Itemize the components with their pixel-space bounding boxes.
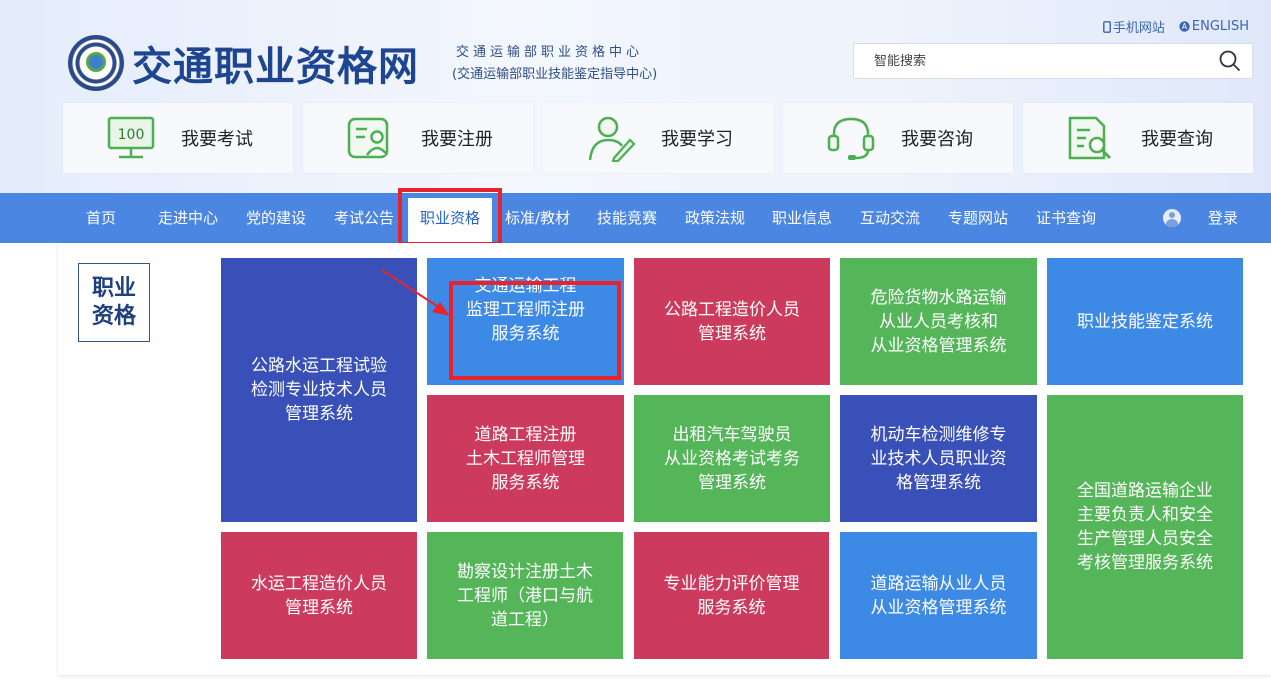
english-link[interactable]: A ENGLISH [1179, 17, 1249, 36]
system-tile-waterway-cost[interactable]: 水运工程造价人员 管理系统 [221, 532, 417, 659]
quick-register-label: 我要注册 [421, 129, 493, 150]
system-tile-dangerous-goods[interactable]: 危险货物水路运输 从业人员考核和 从业资格管理系统 [840, 258, 1037, 385]
system-tile-skill-appraisal[interactable]: 职业技能鉴定系统 [1047, 258, 1243, 385]
search-icon[interactable] [1208, 44, 1252, 78]
org-name: 交通运输部职业资格中心 [456, 45, 644, 60]
quick-study-button[interactable]: 我要学习 [543, 103, 773, 173]
nav-item-qualification[interactable]: 职业资格 [408, 198, 493, 243]
category-label: 职业 资格 [78, 263, 150, 342]
headset-icon [811, 114, 891, 162]
site-logo[interactable]: 交通职业资格网 [68, 34, 419, 92]
nav-item-policy[interactable]: 政策法规 [685, 193, 745, 243]
nav-item-interaction[interactable]: 互动交流 [860, 193, 920, 243]
annotation-arrow-icon [381, 269, 450, 316]
study-person-icon [571, 114, 651, 162]
nav-item-exam-notice[interactable]: 考试公告 [334, 193, 394, 243]
category-label-text: 职业 资格 [91, 275, 136, 329]
english-icon: A [1179, 21, 1190, 32]
quick-consult-button[interactable]: 我要咨询 [783, 103, 1013, 173]
quick-query-button[interactable]: 我要查询 [1023, 103, 1253, 173]
system-tile-taxi-driver[interactable]: 出租汽车驾驶员 从业资格考试考务 管理系统 [634, 395, 830, 522]
mobile-icon [1102, 20, 1111, 33]
nav-item-home[interactable]: 首页 [86, 193, 116, 243]
nav-item-cert-query[interactable]: 证书查询 [1036, 193, 1096, 243]
exam-monitor-icon: 100 [91, 116, 171, 160]
english-label: ENGLISH [1191, 19, 1249, 34]
system-tile-survey-design-engineer[interactable]: 勘察设计注册土木 工程师（港口与航 道工程） [427, 532, 623, 659]
quick-register-button[interactable]: 我要注册 [303, 103, 533, 173]
nav-item-party[interactable]: 党的建设 [246, 193, 306, 243]
system-tile-road-transport-personnel[interactable]: 道路运输从业人员 从业资格管理系统 [840, 532, 1037, 659]
mobile-site-link[interactable]: 手机网站 [1102, 17, 1165, 36]
svg-text:100: 100 [118, 127, 145, 143]
nav-item-standards[interactable]: 标准/教材 [505, 193, 570, 243]
system-tile-competency-evaluation[interactable]: 专业能力评价管理 服务系统 [634, 532, 829, 659]
nav-item-topics[interactable]: 专题网站 [948, 193, 1008, 243]
system-tile-safety-assessment[interactable]: 全国道路运输企业 主要负责人和安全 生产管理人员安全 考核管理服务系统 [1047, 395, 1243, 659]
nav-item-career-info[interactable]: 职业信息 [772, 193, 832, 243]
document-search-icon [1051, 114, 1131, 162]
org-subtitle: 交通运输部职业资格中心 (交通运输部职业技能鉴定指导中心) [452, 42, 657, 86]
login-link[interactable]: 登录 [1208, 193, 1238, 243]
emblem-icon [68, 35, 124, 91]
svg-text:A: A [1182, 22, 1188, 31]
system-tile-highway-cost[interactable]: 公路工程造价人员 管理系统 [634, 258, 830, 385]
system-tile-road-civil-engineer[interactable]: 道路工程注册 土木工程师管理 服务系统 [427, 395, 624, 522]
quick-query-label: 我要查询 [1141, 129, 1213, 150]
search-box [853, 43, 1253, 79]
quick-exam-button[interactable]: 100 我要考试 [63, 103, 293, 173]
quick-study-label: 我要学习 [661, 129, 733, 150]
search-input[interactable] [854, 44, 1208, 78]
quick-exam-label: 我要考试 [181, 129, 253, 150]
site-title: 交通职业资格网 [132, 44, 419, 90]
register-user-icon [331, 115, 411, 161]
org-name-alt: (交通运输部职业技能鉴定指导中心) [452, 67, 658, 82]
top-links: 手机网站 A ENGLISH [1102, 17, 1249, 36]
mobile-site-label: 手机网站 [1112, 21, 1165, 36]
nav-item-competition[interactable]: 技能竞赛 [597, 193, 657, 243]
quick-consult-label: 我要咨询 [901, 129, 973, 150]
main-nav: 首页 走进中心 党的建设 考试公告 职业资格 标准/教材 技能竞赛 政策法规 职… [0, 193, 1271, 243]
system-tile-vehicle-inspection[interactable]: 机动车检测维修专 业技术人员职业资 格管理系统 [840, 395, 1037, 522]
nav-item-about[interactable]: 走进中心 [158, 193, 218, 243]
user-avatar-icon[interactable] [1163, 209, 1181, 227]
